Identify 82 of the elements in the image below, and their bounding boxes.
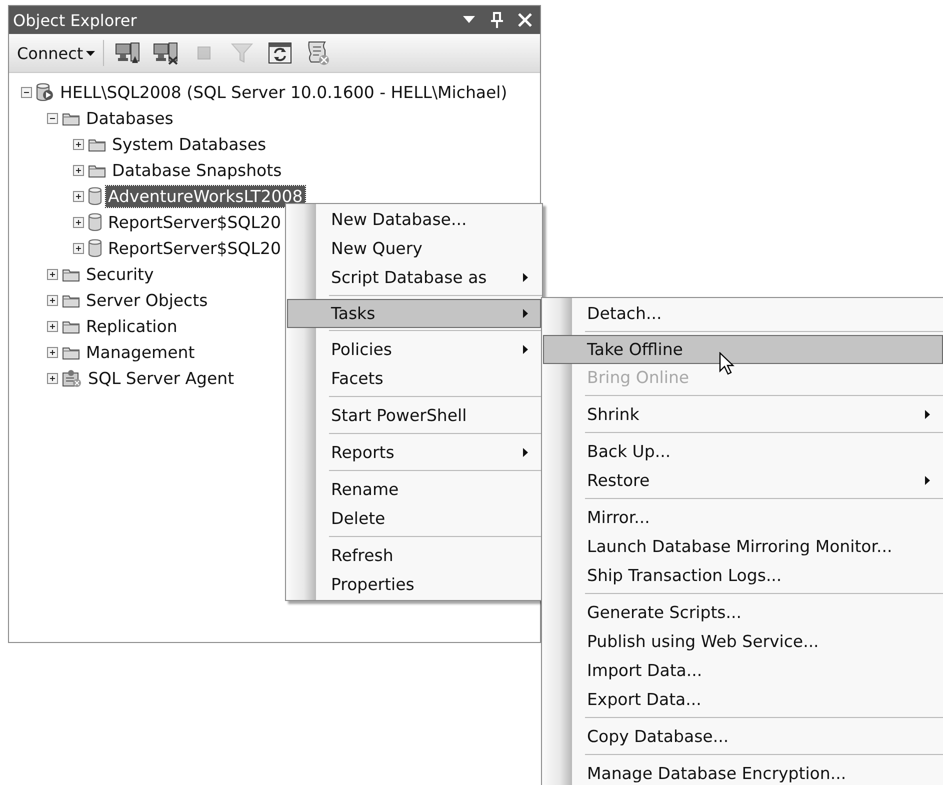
close-icon[interactable] — [516, 11, 534, 29]
folder-icon — [62, 344, 80, 360]
expander-icon[interactable] — [47, 268, 58, 280]
submenu-arrow-icon — [523, 448, 528, 457]
panel-title: Object Explorer — [13, 10, 138, 30]
folder-icon — [88, 136, 106, 152]
menu-item[interactable]: Back Up... — [543, 437, 943, 466]
tree-item[interactable]: Databases — [84, 108, 176, 128]
menu-item[interactable]: Ship Transaction Logs... — [543, 561, 943, 590]
toolbar-button[interactable] — [152, 40, 180, 66]
tree-item[interactable]: Replication — [84, 316, 180, 336]
menu-item[interactable]: Reports — [287, 438, 541, 467]
menu-item[interactable]: Refresh — [287, 541, 541, 570]
folder-icon — [62, 292, 80, 308]
menu-item[interactable]: Publish using Web Service... — [543, 627, 943, 656]
menu-item[interactable]: Launch Database Mirroring Monitor... — [543, 532, 943, 561]
expander-icon[interactable] — [73, 164, 84, 176]
menu-item[interactable]: Export Data... — [543, 685, 943, 714]
tree-item[interactable]: HELL\SQL2008 (SQL Server 10.0.1600 - HELL\Michael) — [58, 82, 510, 102]
server-icon — [36, 83, 54, 101]
filter-icon — [231, 42, 254, 64]
pin-icon[interactable] — [488, 11, 506, 29]
tree-item[interactable]: ReportServer$SQL20 — [106, 238, 283, 258]
menu-item[interactable]: Mirror... — [543, 503, 943, 532]
expander-icon[interactable] — [47, 320, 58, 332]
folder-icon — [88, 162, 106, 178]
tree-item[interactable]: Security — [84, 264, 156, 284]
tree-item[interactable]: Database Snapshots — [110, 160, 284, 180]
expander-icon[interactable] — [73, 138, 84, 150]
tree-item[interactable]: Server Objects — [84, 290, 210, 310]
toolbar-button[interactable] — [266, 40, 294, 66]
caret-icon — [86, 50, 96, 56]
submenu-arrow-icon — [523, 273, 528, 282]
tree-item[interactable]: AdventureWorksLT2008 — [106, 186, 305, 206]
database-icon — [88, 239, 102, 257]
stop-icon — [197, 46, 212, 60]
tree-item[interactable]: Management — [84, 342, 197, 362]
menu-item[interactable]: New Query — [287, 234, 541, 263]
submenu-arrow-icon — [523, 345, 528, 354]
menu-item[interactable]: Generate Scripts... — [543, 598, 943, 627]
submenu-arrow-icon — [523, 309, 528, 318]
menu-item[interactable]: Policies — [287, 335, 541, 364]
submenu-arrow-icon — [925, 476, 930, 485]
menu-item[interactable]: Take Offline — [543, 335, 943, 364]
folder-icon — [62, 318, 80, 334]
menu-item[interactable]: New Database... — [287, 205, 541, 234]
submenu-arrow-icon — [925, 410, 930, 419]
menu-item[interactable]: Detach... — [543, 299, 943, 328]
tree-item[interactable]: ReportServer$SQL20 — [106, 212, 283, 232]
menu-item[interactable]: Delete — [287, 504, 541, 533]
menu-item[interactable]: Start PowerShell — [287, 401, 541, 430]
database-icon — [88, 187, 102, 205]
menu-item[interactable]: Facets — [287, 364, 541, 393]
expander-icon[interactable] — [73, 190, 84, 202]
expander-icon[interactable] — [21, 86, 32, 98]
expander-icon[interactable] — [73, 216, 84, 228]
computers-arrow-icon — [115, 41, 142, 65]
computers-cross-icon — [153, 41, 180, 65]
tree-item[interactable]: SQL Server Agent — [86, 368, 236, 388]
expander-icon[interactable] — [73, 242, 84, 254]
menu-item[interactable]: Copy Database... — [543, 722, 943, 751]
menu-item[interactable]: Properties — [287, 570, 541, 599]
expander-icon[interactable] — [47, 294, 58, 306]
database-icon — [88, 213, 102, 231]
menu-item[interactable]: Script Database as — [287, 263, 541, 292]
menu-item[interactable]: Shrink — [543, 400, 943, 429]
connect-button[interactable]: Connect — [17, 40, 104, 66]
menu-item[interactable]: Manage Database Encryption... — [543, 759, 943, 785]
mouse-pointer-icon — [719, 352, 735, 376]
refresh-icon — [268, 42, 292, 64]
tree-item[interactable]: System Databases — [110, 134, 268, 154]
menu-item[interactable]: Import Data... — [543, 656, 943, 685]
menu-item[interactable]: Rename — [287, 475, 541, 504]
expander-icon[interactable] — [47, 372, 58, 384]
toolbar-button[interactable] — [114, 40, 142, 66]
menu-item[interactable]: Restore — [543, 466, 943, 495]
agent-icon — [62, 369, 82, 387]
expander-icon[interactable] — [47, 346, 58, 358]
menu-item[interactable]: Tasks — [287, 299, 541, 328]
expander-icon[interactable] — [47, 112, 58, 124]
folder-icon — [62, 266, 80, 282]
folder-icon — [62, 110, 80, 126]
